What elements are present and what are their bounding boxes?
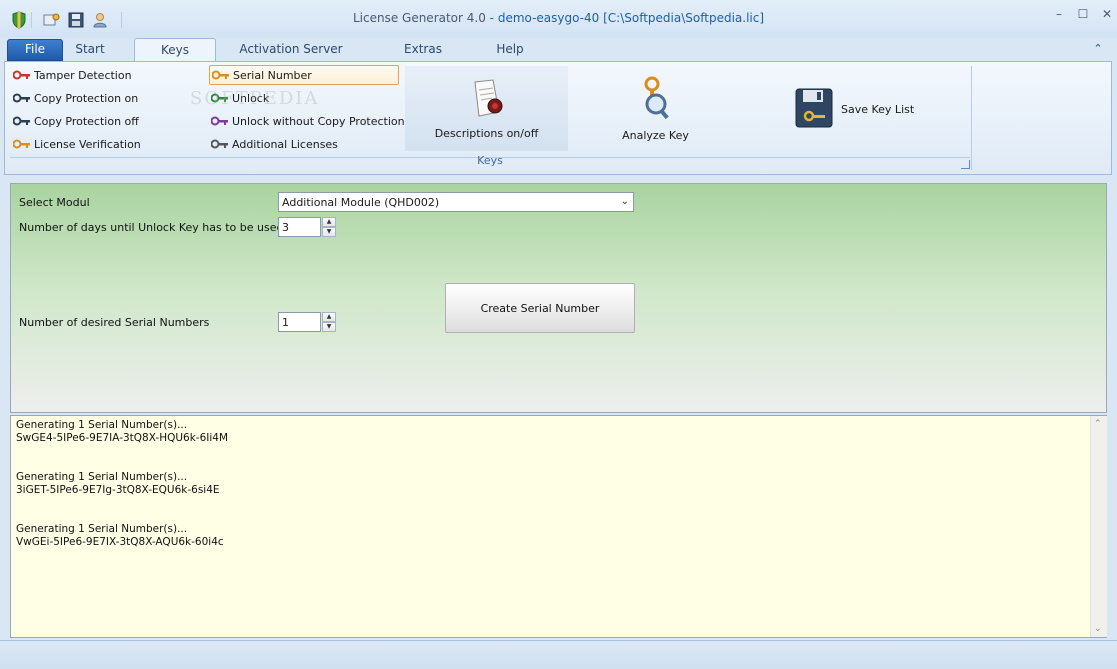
serials-label: Number of desired Serial Numbers [19, 316, 210, 329]
select-modul-label: Select Modul [19, 196, 90, 209]
floppy-key-icon [795, 88, 833, 131]
orange-key-icon [13, 137, 31, 151]
analyze-key-button[interactable]: Analyze Key [598, 72, 713, 152]
app-title: License Generator 4.0 [352, 11, 486, 25]
stepper-up-icon[interactable]: ▲ [322, 312, 336, 322]
output-lines: Generating 1 Serial Number(s)... SwGE4-5… [16, 419, 1076, 575]
orange-key-icon [212, 68, 230, 82]
log-message: Generating 1 Serial Number(s)... [16, 523, 188, 535]
tab-extras[interactable]: Extras [398, 38, 448, 60]
log-entry: Generating 1 Serial Number(s)... SwGE4-5… [16, 419, 1076, 445]
tab-file[interactable]: File [7, 39, 63, 61]
license-verification-button[interactable]: License Verification [13, 134, 141, 154]
days-label: Number of days until Unlock Key has to b… [19, 221, 284, 234]
magnifier-key-icon [636, 76, 676, 123]
purple-key-icon [211, 114, 229, 128]
group-launcher-icon[interactable] [961, 160, 970, 169]
minimize-button[interactable]: – [1048, 4, 1070, 24]
module-select[interactable]: Additional Module (QHD002) ⌄ [278, 192, 634, 212]
divider [971, 66, 972, 170]
days-stepper[interactable]: ▲ ▼ [322, 217, 336, 237]
tab-start[interactable]: Start [66, 38, 114, 60]
scroll-up-icon[interactable]: ⌃ [1094, 419, 1102, 429]
log-message: Generating 1 Serial Number(s)... [16, 471, 188, 483]
serial-number-button[interactable]: Serial Number [209, 65, 399, 85]
descriptions-toggle-button[interactable]: Descriptions on/off [405, 66, 568, 151]
gray-key-icon [211, 137, 229, 151]
dark-key-icon [13, 114, 31, 128]
create-serial-number-button[interactable]: Create Serial Number [445, 283, 635, 333]
vertical-scrollbar[interactable]: ⌃ ⌄ [1090, 416, 1107, 637]
additional-licenses-button[interactable]: Additional Licenses [211, 134, 338, 154]
tamper-detection-button[interactable]: Tamper Detection [13, 65, 132, 85]
document-icon [467, 78, 507, 121]
chevron-down-icon: ⌄ [620, 196, 629, 207]
tab-activation-server[interactable]: Activation Server [236, 38, 346, 60]
scroll-down-icon[interactable]: ⌄ [1094, 624, 1102, 634]
serials-input[interactable]: 1 [278, 312, 321, 332]
log-entry: Generating 1 Serial Number(s)... 3iGET-5… [16, 471, 1076, 497]
copy-protection-off-button[interactable]: Copy Protection off [13, 111, 139, 131]
serial-key: 3iGET-5IPe6-9E7Ig-3tQ8X-EQU6k-6si4E [16, 484, 220, 496]
tab-help[interactable]: Help [490, 38, 530, 60]
save-key-list-button[interactable]: Save Key List [795, 88, 914, 131]
close-button[interactable]: ✕ [1096, 4, 1117, 24]
copy-protection-on-button[interactable]: Copy Protection on [13, 88, 138, 108]
status-bar [0, 640, 1117, 669]
unlock-without-copy-protection-button[interactable]: Unlock without Copy Protection [211, 111, 405, 131]
collapse-ribbon-button[interactable]: ⌃ [1088, 38, 1108, 60]
stepper-down-icon[interactable]: ▼ [322, 322, 336, 332]
red-key-icon [13, 68, 31, 82]
tab-keys[interactable]: Keys [134, 38, 216, 62]
maximize-button[interactable]: ☐ [1072, 4, 1094, 24]
analyze-label: Analyze Key [622, 129, 689, 142]
stepper-down-icon[interactable]: ▼ [322, 227, 336, 237]
stepper-up-icon[interactable]: ▲ [322, 217, 336, 227]
dark-key-icon [13, 91, 31, 105]
window-title: License Generator 4.0 - demo-easygo-40 [… [352, 11, 765, 25]
watermark: SOFTPEDIA [190, 88, 320, 109]
serial-key: VwGEi-5IPe6-9E7IX-3tQ8X-AQU6k-60i4c [16, 536, 224, 548]
serials-stepper[interactable]: ▲ ▼ [322, 312, 336, 332]
log-message: Generating 1 Serial Number(s)... [16, 419, 188, 431]
ribbon-tabs: File Start Keys Activation Server Extras… [0, 38, 1117, 62]
file-title: demo-easygo-40 [C:\Softpedia\Softpedia.l… [497, 11, 765, 25]
log-entry: Generating 1 Serial Number(s)... VwGEi-5… [16, 523, 1076, 549]
descriptions-label: Descriptions on/off [434, 127, 539, 140]
ribbon-group-label: Keys [477, 154, 503, 167]
save-key-list-label: Save Key List [841, 103, 915, 116]
days-input[interactable]: 3 [278, 217, 321, 237]
serial-key: SwGE4-5IPe6-9E7IA-3tQ8X-HQU6k-6Ii4M [16, 432, 229, 444]
